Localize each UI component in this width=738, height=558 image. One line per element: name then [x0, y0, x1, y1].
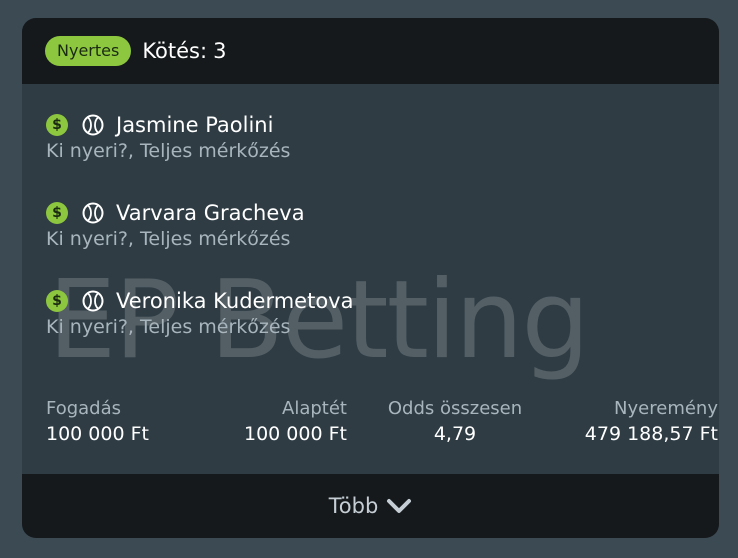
- tennis-ball-icon: [82, 202, 104, 224]
- totals-row: Fogadás 100 000 Ft Alaptét 100 000 Ft Od…: [46, 398, 718, 458]
- bet-slip-body: EP Betting $ Jasmine Paolini Ki nyeri?, …: [22, 84, 719, 474]
- more-button[interactable]: Több: [22, 474, 719, 538]
- market-label: Ki nyeri?, Teljes mérkőzés: [46, 140, 291, 162]
- more-label: Több: [328, 494, 379, 518]
- player-name: Varvara Gracheva: [116, 201, 305, 225]
- selection-item: $ Varvara Gracheva Ki nyeri?, Teljes mér…: [46, 200, 686, 250]
- tennis-ball-icon: [82, 290, 104, 312]
- stake-value: 100 000 Ft: [46, 423, 149, 445]
- bet-count-value: 3: [213, 39, 227, 63]
- winnings-total: Nyeremény 479 188,57 Ft: [585, 398, 718, 445]
- player-name: Jasmine Paolini: [116, 113, 274, 137]
- chevron-down-icon: [387, 499, 412, 513]
- dollar-icon: $: [46, 290, 68, 312]
- selection-item: $ Jasmine Paolini Ki nyeri?, Teljes mérk…: [46, 112, 686, 162]
- base-stake-total: Alaptét 100 000 Ft: [244, 398, 347, 445]
- status-badge: Nyertes: [45, 36, 132, 66]
- stake-label: Fogadás: [46, 398, 122, 419]
- stake-total: Fogadás 100 000 Ft: [46, 398, 149, 445]
- dollar-icon: $: [46, 114, 68, 136]
- base-stake-value: 100 000 Ft: [244, 423, 347, 445]
- market-label: Ki nyeri?, Teljes mérkőzés: [46, 316, 291, 338]
- total-odds: Odds összesen 4,79: [375, 398, 535, 445]
- dollar-icon: $: [46, 202, 68, 224]
- card-header: Nyertes Kötés: 3: [22, 18, 719, 84]
- winnings-value: 479 188,57 Ft: [584, 423, 718, 445]
- selection-item: $ Veronika Kudermetova Ki nyeri?, Teljes…: [46, 288, 686, 338]
- market-label: Ki nyeri?, Teljes mérkőzés: [46, 228, 291, 250]
- player-name: Veronika Kudermetova: [116, 289, 354, 313]
- total-odds-value: 4,79: [433, 423, 477, 445]
- winnings-label: Nyeremény: [614, 398, 718, 419]
- bet-slip-card: Nyertes Kötés: 3 EP Betting $ Jasmine Pa…: [22, 18, 719, 538]
- bet-count-label: Kötés:: [142, 39, 208, 63]
- total-odds-label: Odds összesen: [387, 398, 523, 419]
- tennis-ball-icon: [82, 114, 104, 136]
- base-stake-label: Alaptét: [282, 398, 347, 419]
- bet-count: Kötés: 3: [142, 39, 226, 63]
